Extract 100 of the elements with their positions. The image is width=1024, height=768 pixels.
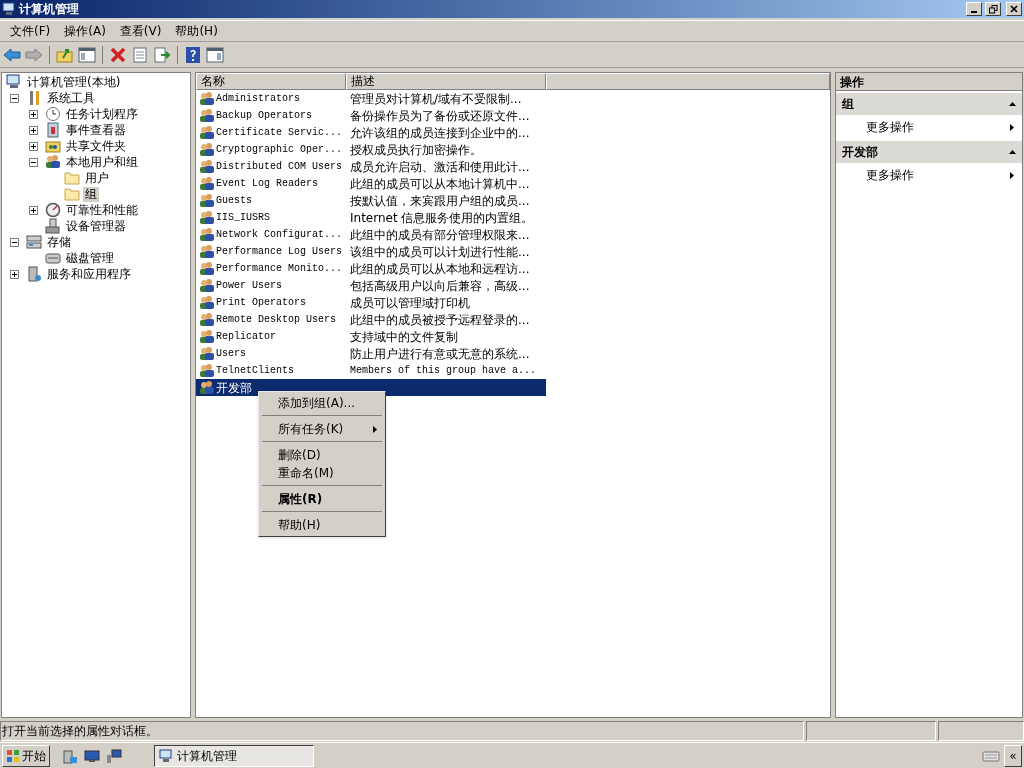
tree-item[interactable]: 设备管理器 <box>64 218 128 234</box>
computer-icon[interactable] <box>106 747 122 764</box>
group-row[interactable]: Certificate Servic... 允许该组的成员连接到企业中的... <box>196 124 546 141</box>
delete-icon[interactable] <box>108 45 128 64</box>
pane-toggle-icon[interactable] <box>77 45 97 64</box>
group-row[interactable]: Print Operators 成员可以管理域打印机 <box>196 294 546 311</box>
menu-item[interactable]: 帮助(H) <box>261 516 383 534</box>
group-description: 支持域中的文件复制 <box>349 328 458 346</box>
menu-item[interactable]: 重命名(M) <box>261 464 383 482</box>
back-arrow-icon[interactable] <box>2 45 22 64</box>
users-icon <box>199 362 215 379</box>
users-icon <box>199 209 215 226</box>
minimize-button[interactable] <box>966 2 982 16</box>
shared-folder-icon <box>45 138 61 154</box>
group-name: Users <box>215 347 247 361</box>
group-row[interactable]: Replicator 支持域中的文件复制 <box>196 328 546 345</box>
menu-item[interactable]: 文件(F) <box>3 22 58 40</box>
group-row[interactable]: Administrators 管理员对计算机/域有不受限制... <box>196 90 546 107</box>
restore-button[interactable] <box>985 2 1001 16</box>
folder-icon <box>64 186 80 202</box>
tree-item[interactable]: 任务计划程序 <box>64 106 140 122</box>
show-hidden-icons-button[interactable]: « <box>1004 744 1022 767</box>
collapse-icon[interactable] <box>29 157 38 167</box>
users-icon <box>199 379 215 396</box>
section-header[interactable]: 组 <box>836 93 1022 115</box>
document-icon[interactable] <box>130 45 150 64</box>
menu-item[interactable]: 属性(R) <box>261 490 383 508</box>
menu-item[interactable]: 添加到组(A)... <box>261 394 383 412</box>
group-row[interactable]: Network Configurat... 此组中的成员有部分管理权限来... <box>196 226 546 243</box>
collapse-icon[interactable] <box>10 237 19 247</box>
expand-icon[interactable] <box>29 205 38 215</box>
expand-icon[interactable] <box>29 125 38 135</box>
actions-header: 操作 <box>836 73 1022 91</box>
users-icon <box>199 124 215 141</box>
help-icon[interactable] <box>183 45 203 64</box>
menu-item[interactable]: 查看(V) <box>112 22 169 40</box>
column-header[interactable]: 名称 <box>196 73 346 90</box>
group-name: Certificate Servic... <box>215 126 344 140</box>
expand-icon[interactable] <box>10 269 19 279</box>
group-row[interactable]: Event Log Readers 此组的成员可以从本地计算机中... <box>196 175 546 192</box>
group-name: Event Log Readers <box>215 177 320 191</box>
tree-item[interactable]: 存储 <box>45 234 73 250</box>
group-row[interactable]: Power Users 包括高级用户以向后兼容，高级... <box>196 277 546 294</box>
taskbar-button[interactable]: 计算机管理 <box>154 744 314 767</box>
monitor-icon[interactable] <box>84 747 100 764</box>
close-button[interactable] <box>1006 2 1022 16</box>
group-row[interactable]: Performance Log Users 该组中的成员可以计划进行性能... <box>196 243 546 260</box>
users-icon <box>199 192 215 209</box>
tree-item[interactable]: 用户 <box>83 170 111 186</box>
expand-icon[interactable] <box>29 141 38 151</box>
group-description: 允许该组的成员连接到企业中的... <box>349 124 530 142</box>
group-name: IIS_IUSRS <box>215 211 271 225</box>
menu-item[interactable]: 删除(D) <box>261 446 383 464</box>
pane-toggle-icon[interactable] <box>205 45 225 64</box>
tree-item[interactable]: 组 <box>83 186 99 202</box>
tree-item[interactable]: 计算机管理(本地) <box>25 74 123 90</box>
tree-item[interactable]: 磁盘管理 <box>64 250 116 266</box>
tree-item[interactable]: 事件查看器 <box>64 122 128 138</box>
minimize-icon <box>971 11 977 13</box>
group-row[interactable]: Backup Operators 备份操作员为了备份或还原文件... <box>196 107 546 124</box>
users-icon <box>45 154 61 170</box>
users-icon <box>199 107 215 124</box>
menu-item[interactable]: 操作(A) <box>57 22 113 40</box>
section-header[interactable]: 开发部 <box>836 141 1022 163</box>
users-icon <box>199 158 215 175</box>
tree-item[interactable]: 可靠性和性能 <box>64 202 140 218</box>
group-row[interactable]: Distributed COM Users 成员允许启动、激活和使用此计... <box>196 158 546 175</box>
group-row[interactable]: IIS_IUSRS Internet 信息服务使用的内置组。 <box>196 209 546 226</box>
group-description: 成员允许启动、激活和使用此计... <box>349 158 530 176</box>
action-link[interactable]: 更多操作 <box>836 163 1022 187</box>
submenu-arrow-icon <box>373 425 377 433</box>
group-row[interactable]: Cryptographic Oper... 授权成员执行加密操作。 <box>196 141 546 158</box>
group-name: Print Operators <box>215 296 307 310</box>
menu-item[interactable]: 帮助(H) <box>168 22 225 40</box>
collapse-icon[interactable] <box>1009 102 1016 106</box>
group-description: 此组中的成员有部分管理权限来... <box>349 226 530 244</box>
export-icon[interactable] <box>152 45 172 64</box>
gauge-icon <box>45 202 61 218</box>
group-row[interactable]: Performance Monito... 此组的成员可以从本地和远程访... <box>196 260 546 277</box>
group-name: Replicator <box>215 330 277 344</box>
users-icon <box>199 328 215 345</box>
group-description: 管理员对计算机/域有不受限制... <box>349 90 522 108</box>
column-header[interactable]: 描述 <box>346 73 546 90</box>
expand-icon[interactable] <box>29 109 38 119</box>
tree-item[interactable]: 服务和应用程序 <box>45 266 133 282</box>
menu-item[interactable]: 所有任务(K) <box>261 420 383 438</box>
group-row[interactable]: Guests 按默认值，来宾跟用户组的成员... <box>196 192 546 209</box>
start-button[interactable]: 开始 <box>2 744 50 767</box>
group-name: Guests <box>215 194 253 208</box>
computer-icon <box>159 748 173 763</box>
collapse-icon[interactable] <box>10 93 19 103</box>
group-row[interactable]: Users 防止用户进行有意或无意的系统... <box>196 345 546 362</box>
group-name: Administrators <box>215 92 301 106</box>
tree-item[interactable]: 共享文件夹 <box>64 138 128 154</box>
group-row[interactable]: Remote Desktop Users 此组中的成员被授予远程登录的... <box>196 311 546 328</box>
group-row[interactable]: TelnetClients Members of this group have a... <box>196 362 546 379</box>
tree-item[interactable]: 系统工具 <box>45 90 97 106</box>
tree-item[interactable]: 本地用户和组 <box>64 154 140 170</box>
action-link[interactable]: 更多操作 <box>836 115 1022 139</box>
collapse-icon[interactable] <box>1009 150 1016 154</box>
